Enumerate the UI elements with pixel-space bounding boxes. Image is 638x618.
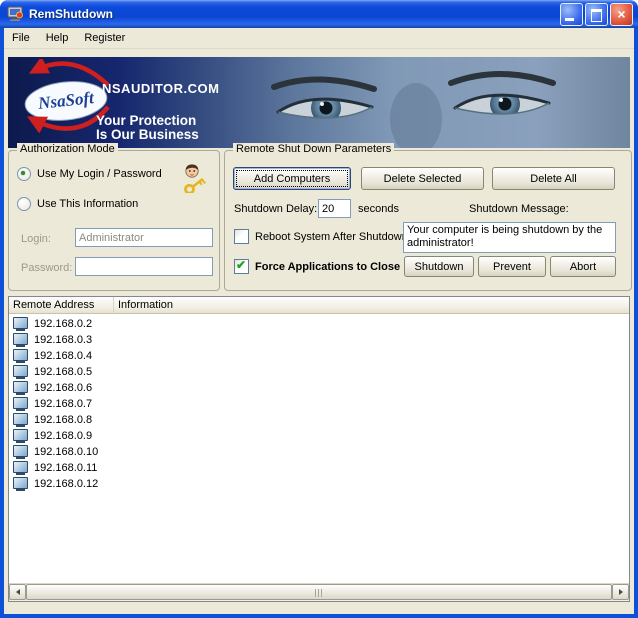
remote-address: 192.168.0.4 xyxy=(34,350,92,362)
delete-all-button[interactable]: Delete All xyxy=(492,167,615,190)
computer-icon xyxy=(13,365,28,377)
client-area: File Help Register xyxy=(4,28,634,614)
shutdown-message-label: Shutdown Message: xyxy=(469,203,569,215)
authorization-title: Authorization Mode xyxy=(17,143,118,155)
menu-register[interactable]: Register xyxy=(76,29,133,47)
add-computers-button[interactable]: Add Computers xyxy=(233,167,351,190)
banner: NsaSoft NSAUDITOR.COM Your Protection Is… xyxy=(8,57,630,148)
list-item[interactable]: 192.168.0.8 xyxy=(9,412,629,428)
scroll-right-icon xyxy=(619,589,623,595)
parameters-groupbox: Remote Shut Down Parameters Add Computer… xyxy=(224,150,632,291)
computer-icon xyxy=(13,333,28,345)
close-button[interactable]: × xyxy=(610,3,633,26)
computer-icon xyxy=(13,445,28,457)
remote-address: 192.168.0.3 xyxy=(34,334,92,346)
password-input[interactable] xyxy=(75,257,213,276)
banner-tagline-1: Your Protection xyxy=(96,113,196,128)
login-label: Login: xyxy=(21,233,51,245)
list-item[interactable]: 192.168.0.4 xyxy=(9,348,629,364)
shutdown-delay-label: Shutdown Delay: xyxy=(234,203,317,215)
maximize-icon xyxy=(591,9,602,22)
scroll-left-button[interactable] xyxy=(9,584,26,600)
shutdown-delay-input[interactable] xyxy=(318,199,351,218)
computers-list: Remote Address Information 192.168.0.2 1… xyxy=(8,296,630,602)
list-item[interactable]: 192.168.0.5 xyxy=(9,364,629,380)
app-window: RemShutdown × File Help Register xyxy=(0,0,638,618)
prevent-button[interactable]: Prevent xyxy=(478,256,546,277)
radio-use-login[interactable]: Use My Login / Password xyxy=(17,167,162,181)
checkbox-unchecked-icon xyxy=(234,229,249,244)
list-item[interactable]: 192.168.0.11 xyxy=(9,460,629,476)
radio-selected-icon xyxy=(17,167,31,181)
reboot-checkbox[interactable]: Reboot System After Shutdown xyxy=(234,229,408,244)
column-information[interactable]: Information xyxy=(114,297,629,314)
shutdown-message-input[interactable]: Your computer is being shutdown by the a… xyxy=(403,222,616,253)
computer-icon xyxy=(13,461,28,473)
remote-address: 192.168.0.10 xyxy=(34,446,98,458)
maximize-button[interactable] xyxy=(585,3,608,26)
remote-address: 192.168.0.6 xyxy=(34,382,92,394)
app-icon xyxy=(7,6,24,22)
checkbox-checked-icon xyxy=(234,259,249,274)
list-item[interactable]: 192.168.0.2 xyxy=(9,316,629,332)
list-item[interactable]: 192.168.0.3 xyxy=(9,332,629,348)
list-body: 192.168.0.2 192.168.0.3 192.168.0.4 192.… xyxy=(9,314,629,583)
force-label: Force Applications to Close xyxy=(255,261,400,273)
computer-icon xyxy=(13,349,28,361)
computer-icon xyxy=(13,429,28,441)
password-label: Password: xyxy=(21,262,72,274)
remote-address: 192.168.0.8 xyxy=(34,414,92,426)
computer-icon xyxy=(13,317,28,329)
banner-site-text: NSAUDITOR.COM xyxy=(102,81,219,96)
user-key-icon xyxy=(181,163,209,193)
login-input[interactable] xyxy=(75,228,213,247)
computer-icon xyxy=(13,381,28,393)
remote-address: 192.168.0.11 xyxy=(34,462,97,474)
radio-use-info[interactable]: Use This Information xyxy=(17,197,138,211)
minimize-button[interactable] xyxy=(560,3,583,26)
scroll-left-icon xyxy=(16,589,20,595)
list-item[interactable]: 192.168.0.6 xyxy=(9,380,629,396)
shutdown-button[interactable]: Shutdown xyxy=(404,256,474,277)
horizontal-scrollbar[interactable] xyxy=(9,583,629,601)
scrollbar-thumb[interactable] xyxy=(26,584,612,600)
banner-tagline-2: Is Our Business xyxy=(96,127,199,142)
parameters-title: Remote Shut Down Parameters xyxy=(233,143,394,155)
reboot-label: Reboot System After Shutdown xyxy=(255,231,408,243)
close-icon: × xyxy=(611,4,632,25)
computer-icon xyxy=(13,413,28,425)
authorization-groupbox: Authorization Mode Use My Login / Passwo… xyxy=(8,150,220,291)
remote-address: 192.168.0.9 xyxy=(34,430,92,442)
list-item[interactable]: 192.168.0.12 xyxy=(9,476,629,492)
window-title: RemShutdown xyxy=(29,7,560,21)
remote-address: 192.168.0.7 xyxy=(34,398,92,410)
radio-use-info-label: Use This Information xyxy=(37,198,138,210)
remote-address: 192.168.0.12 xyxy=(34,478,98,490)
scroll-right-button[interactable] xyxy=(612,584,629,600)
radio-unselected-icon xyxy=(17,197,31,211)
titlebar: RemShutdown × xyxy=(0,0,638,28)
computer-icon xyxy=(13,477,28,489)
column-remote-address[interactable]: Remote Address xyxy=(9,297,114,314)
seconds-label: seconds xyxy=(358,203,399,215)
list-item[interactable]: 192.168.0.9 xyxy=(9,428,629,444)
remote-address: 192.168.0.2 xyxy=(34,318,92,330)
computer-icon xyxy=(13,397,28,409)
abort-button[interactable]: Abort xyxy=(550,256,616,277)
list-item[interactable]: 192.168.0.7 xyxy=(9,396,629,412)
list-header: Remote Address Information xyxy=(9,297,629,314)
menubar: File Help Register xyxy=(4,28,634,49)
list-item[interactable]: 192.168.0.10 xyxy=(9,444,629,460)
minimize-icon xyxy=(565,18,574,21)
force-checkbox[interactable]: Force Applications to Close xyxy=(234,259,400,274)
window-controls: × xyxy=(560,3,633,26)
menu-file[interactable]: File xyxy=(4,29,38,47)
radio-use-login-label: Use My Login / Password xyxy=(37,168,162,180)
remote-address: 192.168.0.5 xyxy=(34,366,92,378)
menu-help[interactable]: Help xyxy=(38,29,77,47)
delete-selected-button[interactable]: Delete Selected xyxy=(361,167,484,190)
